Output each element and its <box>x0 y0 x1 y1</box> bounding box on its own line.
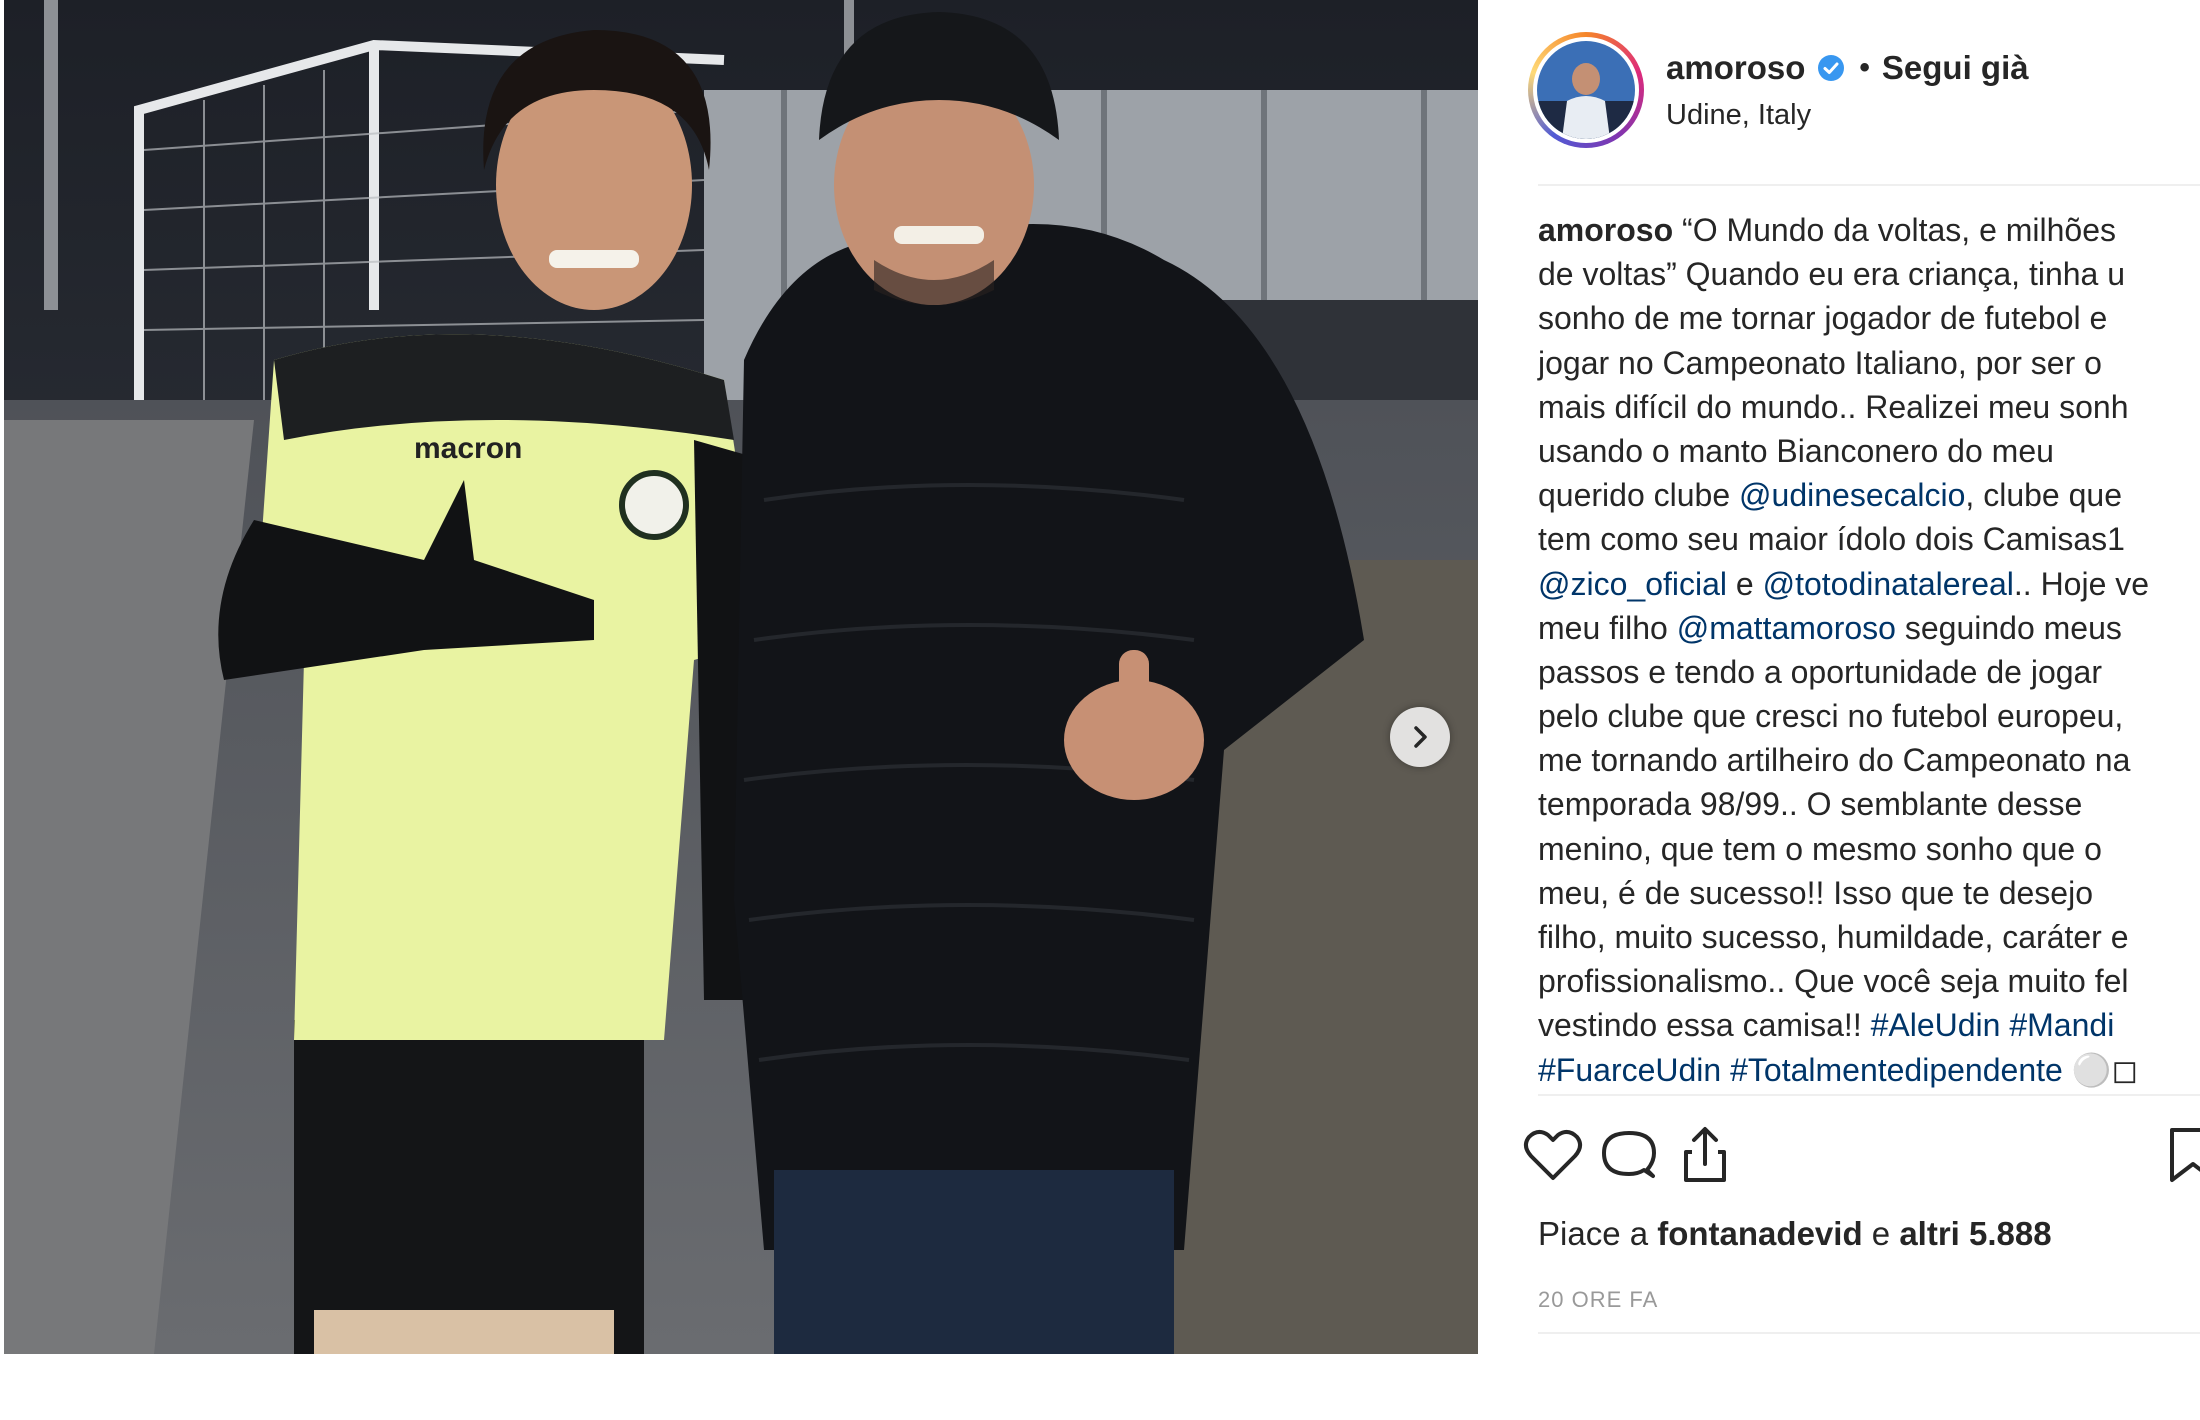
action-bar <box>1518 1120 2200 1200</box>
caption-text: querido clube <box>1538 477 1740 514</box>
caption-text: mais difícil do mundo.. Realizei meu son… <box>1538 388 2129 425</box>
comment-button[interactable] <box>1594 1120 1664 1190</box>
next-photo-button[interactable] <box>1390 707 1450 767</box>
verified-badge-icon <box>1818 54 1845 81</box>
caption-text: jogar no Campeonato Italiano, por ser o <box>1538 344 2102 381</box>
svg-text:macron: macron <box>414 432 522 465</box>
caption-line: passos e tendo a oportunidade de jogar <box>1538 650 2200 694</box>
caption-text: de voltas” Quando eu era criança, tinha … <box>1538 256 2126 293</box>
likes-summary: Piace a fontanadevid e altri 5.888 <box>1538 1215 2052 1253</box>
likes-prefix: Piace a <box>1538 1215 1658 1252</box>
caption-line: tem como seu maior ídolo dois Camisas1 <box>1538 517 2200 561</box>
caption-text: .. Hoje ve <box>2013 565 2150 602</box>
likes-conjunction: e <box>1862 1215 1900 1252</box>
likes-count-link[interactable]: altri 5.888 <box>1899 1215 2051 1252</box>
caption-text: meu filho <box>1538 609 1677 646</box>
caption-line: de voltas” Quando eu era criança, tinha … <box>1538 252 2200 296</box>
save-button[interactable] <box>2158 1120 2200 1190</box>
header-divider <box>1538 184 2200 186</box>
caption-text: me tornando artilheiro do Campeonato na <box>1538 742 2131 779</box>
caption-line: meu, é de sucesso!! Isso que te desejo <box>1538 871 2200 915</box>
caption-line: vestindo essa camisa!! #AleUdin #Mandi <box>1538 1003 2200 1047</box>
liked-by-user-link[interactable]: fontanadevid <box>1657 1215 1862 1252</box>
mention-link[interactable]: @udinesecalcio <box>1739 477 1965 513</box>
caption-text: profissionalismo.. Que você seja muito f… <box>1538 963 2129 1000</box>
bookmark-icon <box>2170 1128 2200 1182</box>
caption-text: usando o manto Bianconero do meu <box>1538 432 2054 469</box>
caption-text: ⚪◻ <box>2062 1051 2139 1088</box>
caption-line: mais difícil do mundo.. Realizei meu son… <box>1538 385 2200 429</box>
share-button[interactable] <box>1670 1120 1740 1190</box>
post-caption: amoroso “O Mundo da voltas, e milhões de … <box>1538 208 2200 1092</box>
caption-line: querido clube @udinesecalcio, clube que <box>1538 473 2200 517</box>
caption-text: menino, que tem o mesmo sonho que o <box>1538 830 2102 867</box>
caption-line: jogar no Campeonato Italiano, por ser o <box>1538 341 2200 385</box>
caption-text: meu, é de sucesso!! Isso que te desejo <box>1538 874 2093 911</box>
caption-text <box>2000 1007 2009 1043</box>
following-button[interactable]: Segui già <box>1882 49 2029 87</box>
post-header: amoroso • Segui già Udine, Italy <box>1528 30 2200 150</box>
caption-line: #FuarceUdin #Totalmentedipendente ⚪◻ <box>1538 1048 2200 1092</box>
caption-text: tem como seu maior ídolo dois Camisas1 <box>1538 521 2125 558</box>
mention-link[interactable]: @zico_oficial <box>1538 566 1727 602</box>
hashtag-link[interactable]: #AleUdin <box>1871 1007 2001 1043</box>
username-link[interactable]: amoroso <box>1666 49 1805 87</box>
caption-line: filho, muito sucesso, humildade, caráter… <box>1538 915 2200 959</box>
avatar[interactable] <box>1528 32 1644 148</box>
caption-text: passos e tendo a oportunidade de jogar <box>1538 653 2102 690</box>
post-timestamp[interactable]: 20 ORE FA <box>1538 1287 1658 1313</box>
caption-text: filho, muito sucesso, humildade, caráter… <box>1538 919 2129 955</box>
photo-illustration: macron <box>4 0 1478 1354</box>
mention-link[interactable]: @mattamoroso <box>1677 610 1896 646</box>
caption-line: temporada 98/99.. O semblante desse <box>1538 782 2200 826</box>
hashtag-link[interactable]: #FuarceUdin <box>1538 1052 1721 1088</box>
hashtag-link[interactable]: #Mandi <box>2009 1007 2114 1043</box>
caption-text: “O Mundo da voltas, e milhões <box>1673 212 2117 248</box>
caption-line: @zico_oficial e @totodinatalereal.. Hoje… <box>1538 562 2200 606</box>
footer-divider <box>1538 1332 2200 1334</box>
post-photo: macron <box>4 0 1478 1354</box>
caption-text: e <box>1727 565 1763 602</box>
caption-text: , clube que <box>1965 477 2122 514</box>
heart-icon <box>1524 1130 1582 1180</box>
share-icon <box>1684 1127 1726 1182</box>
caption-line: menino, que tem o mesmo sonho que o <box>1538 827 2200 871</box>
avatar-image <box>1537 41 1635 139</box>
caption-text: temporada 98/99.. O semblante desse <box>1538 786 2083 823</box>
mention-link[interactable]: @totodinatalereal <box>1763 566 2014 602</box>
caption-line: meu filho @mattamoroso seguindo meus <box>1538 606 2200 650</box>
caption-text <box>1721 1052 1730 1088</box>
caption-text: pelo clube que cresci no futebol europeu… <box>1538 698 2124 735</box>
separator-dot: • <box>1859 50 1870 84</box>
caption-line: pelo clube que cresci no futebol europeu… <box>1538 694 2200 738</box>
hashtag-link[interactable]: #Totalmentedipendente <box>1730 1052 2063 1088</box>
chevron-right-icon <box>1414 726 1427 748</box>
post-side-panel: amoroso • Segui già Udine, Italy amoroso… <box>1510 0 2200 1420</box>
caption-line: usando o manto Bianconero do meu <box>1538 429 2200 473</box>
location-link[interactable]: Udine, Italy <box>1666 99 2029 132</box>
caption-line: me tornando artilheiro do Campeonato na <box>1538 738 2200 782</box>
like-button[interactable] <box>1518 1120 1588 1190</box>
caption-text: vestindo essa camisa!! <box>1538 1007 1871 1044</box>
caption-text: seguindo meus <box>1895 609 2122 646</box>
caption-divider <box>1538 1094 2200 1096</box>
comment-icon <box>1602 1131 1656 1178</box>
caption-username-link[interactable]: amoroso <box>1538 212 1673 248</box>
caption-line: profissionalismo.. Que você seja muito f… <box>1538 959 2200 1003</box>
caption-line: sonho de me tornar jogador de futebol e <box>1538 296 2200 340</box>
caption-line: amoroso “O Mundo da voltas, e milhões <box>1538 208 2200 252</box>
caption-text: sonho de me tornar jogador de futebol e <box>1538 300 2108 337</box>
